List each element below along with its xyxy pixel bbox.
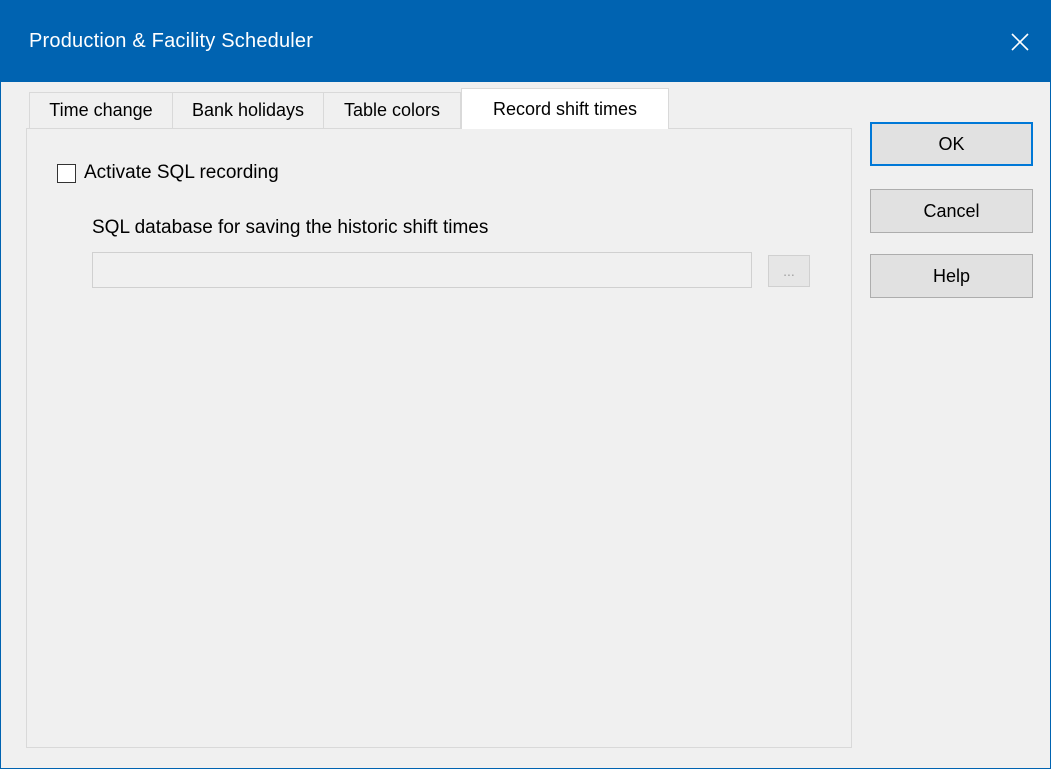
tab-panel-record-shift-times: Activate SQL recording SQL database for …	[26, 128, 852, 748]
tab-table-colors[interactable]: Table colors	[323, 92, 461, 128]
cancel-button[interactable]: Cancel	[870, 189, 1033, 233]
dialog-window: Production & Facility Scheduler Time cha…	[0, 0, 1051, 769]
browse-button[interactable]: ...	[768, 255, 810, 287]
close-button[interactable]	[990, 1, 1050, 82]
close-icon	[1011, 32, 1029, 51]
activate-sql-checkbox[interactable]	[57, 163, 76, 183]
tab-time-change[interactable]: Time change	[29, 92, 173, 128]
tab-bank-holidays[interactable]: Bank holidays	[172, 92, 324, 128]
ok-button[interactable]: OK	[870, 122, 1033, 166]
sql-database-input[interactable]	[92, 252, 752, 288]
activate-sql-label[interactable]: Activate SQL recording	[84, 162, 279, 184]
help-button[interactable]: Help	[870, 254, 1033, 298]
title-bar: Production & Facility Scheduler	[1, 1, 1050, 82]
database-label: SQL database for saving the historic shi…	[92, 217, 489, 238]
tab-record-shift-times[interactable]: Record shift times	[461, 88, 669, 129]
activate-sql-checkbox-row[interactable]: Activate SQL recording	[57, 162, 279, 184]
window-title: Production & Facility Scheduler	[29, 30, 314, 52]
